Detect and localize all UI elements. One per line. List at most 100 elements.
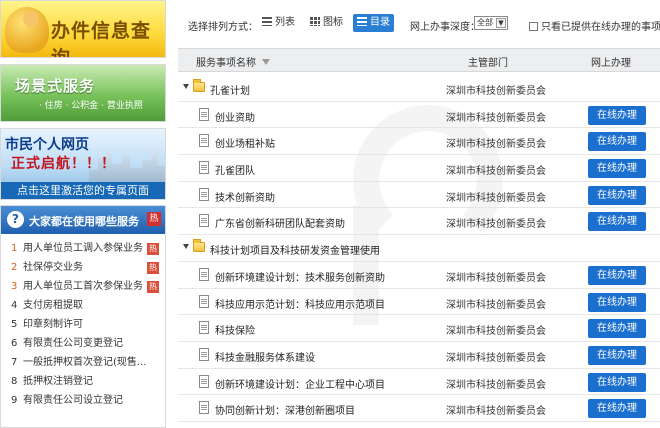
online-apply-button[interactable]: 在线办理: [588, 372, 646, 392]
document-icon: [199, 267, 209, 281]
document-icon: [199, 107, 209, 121]
citizen-banner-line2: 正式启航！！！: [11, 156, 116, 172]
query-banner[interactable]: 办件信息查询: [0, 0, 166, 58]
only-online-checkbox[interactable]: [529, 22, 538, 31]
category-row[interactable]: 孔雀计划 深圳市科技创新委员会: [178, 75, 660, 102]
category-row[interactable]: 科技计划项目及科技研发资金管理使用: [178, 235, 660, 262]
service-name-link[interactable]: 孔雀团队: [215, 162, 255, 177]
online-apply-button[interactable]: 在线办理: [588, 265, 646, 285]
person-head-illustration: [23, 11, 39, 27]
column-header-online: 网上办理: [591, 58, 631, 69]
item-label: 印章刻制许可: [23, 319, 83, 330]
grid-icon: [310, 17, 320, 26]
service-name-link[interactable]: 创业场租补贴: [215, 135, 275, 150]
sort-mode-label: 选择排列方式：: [188, 22, 258, 33]
service-name-link[interactable]: 创新环境建设计划：企业工程中心项目: [215, 376, 385, 391]
service-name-link[interactable]: 协同创新计划：深港创新圈项目: [215, 402, 355, 417]
scene-service-banner[interactable]: 场景式服务 · 住房 · 公积金 · 营业执照: [0, 64, 166, 122]
service-name-link[interactable]: 科技金融服务体系建设: [215, 349, 315, 364]
online-apply-button[interactable]: 在线办理: [588, 105, 646, 125]
directory-view-button[interactable]: 目录: [353, 14, 394, 32]
question-icon: ?: [7, 211, 24, 228]
service-name-link[interactable]: 创新环境建设计划：技术服务创新资助: [215, 269, 385, 284]
department-cell: 深圳市科技创新委员会: [446, 139, 546, 151]
citizen-page-banner[interactable]: 市民个人网页 正式启航！！！ 点击这里激活您的专属页面: [0, 128, 166, 200]
service-name-link[interactable]: 科技应用示范计划：科技应用示范项目: [215, 296, 385, 311]
directory-icon: [357, 17, 367, 26]
online-depth-value: 全部: [477, 18, 493, 27]
department-cell: 深圳市科技创新委员会: [446, 219, 546, 231]
category-name: 孔雀计划: [210, 86, 250, 97]
item-number: 2: [11, 262, 18, 273]
column-header-service[interactable]: 服务事项名称: [196, 54, 270, 69]
service-name-link[interactable]: 创业资助: [215, 109, 255, 124]
activate-page-link[interactable]: 点击这里激活您的专属页面: [1, 182, 165, 199]
document-icon: [199, 134, 209, 148]
table-row: 广东省创新科研团队配套资助 深圳市科技创新委员会 在线办理: [178, 208, 660, 236]
table-header: 服务事项名称 主管部门 网上办理: [178, 48, 660, 72]
online-depth-label: 网上办事深度：: [410, 22, 480, 33]
online-apply-button[interactable]: 在线办理: [588, 292, 646, 312]
popular-service-item[interactable]: 7 一般抵押权首次登记(现售...: [1, 353, 165, 372]
department-cell: 深圳市科技创新委员会: [446, 272, 546, 284]
item-label: 抵押权注销登记: [23, 376, 93, 387]
list-view-button[interactable]: 列表: [258, 14, 299, 32]
service-name-link[interactable]: 技术创新资助: [215, 189, 275, 204]
table-row: 协同创新计划：深港创新圈项目 深圳市科技创新委员会 在线办理: [178, 395, 660, 422]
department-cell: 深圳市科技创新委员会: [446, 86, 546, 97]
popular-services-list: 1 用人单位员工调入参保业务热 2 社保停交业务热 3 用人单位员工首次参保业务热 4…: [1, 234, 165, 410]
chevron-down-icon: ▼: [496, 18, 506, 28]
popular-service-item[interactable]: 4 支付房租提取: [1, 296, 165, 315]
folder-icon: [193, 239, 205, 253]
column-header-service-label: 服务事项名称: [196, 58, 256, 69]
online-apply-button[interactable]: 在线办理: [588, 185, 646, 205]
popular-service-item[interactable]: 9 有限责任公司设立登记: [1, 391, 165, 410]
list-view-label: 列表: [275, 17, 295, 28]
query-banner-title: 办件信息查询: [51, 20, 152, 58]
popular-service-item[interactable]: 6 有限责任公司变更登记: [1, 334, 165, 353]
online-depth-select[interactable]: 全部 ▼: [474, 16, 508, 30]
online-apply-button[interactable]: 在线办理: [588, 159, 646, 179]
hot-badge: 热: [147, 262, 159, 274]
department-cell: 深圳市科技创新委员会: [446, 326, 546, 338]
scene-banner-subtitle: · 住房 · 公积金 · 营业执照: [39, 101, 143, 111]
directory-view-label: 目录: [370, 17, 390, 28]
online-apply-button[interactable]: 在线办理: [588, 319, 646, 339]
popular-services-panel: ? 大家都在使用哪些服务 热 1 用人单位员工调入参保业务热 2 社保停交业务热 3…: [0, 205, 166, 428]
online-apply-button[interactable]: 在线办理: [588, 132, 646, 152]
collapse-arrow-icon[interactable]: [183, 84, 189, 89]
left-sidebar: 办件信息查询 场景式服务 · 住房 · 公积金 · 营业执照 市民个人网页 正式…: [0, 0, 168, 428]
department-cell: 深圳市科技创新委员会: [446, 192, 546, 204]
department-cell: 深圳市科技创新委员会: [446, 379, 546, 391]
item-number: 3: [11, 281, 18, 292]
service-catalog-panel: 选择排列方式： 列表 图标 目录 网上办事深度： 全部 ▼ 只看已提供在线办理的事…: [178, 0, 660, 428]
table-row: 创业场租补贴 深圳市科技创新委员会 在线办理: [178, 128, 660, 156]
popular-service-item[interactable]: 8 抵押权注销登记: [1, 372, 165, 391]
service-name-link[interactable]: 科技保险: [215, 322, 255, 337]
popular-service-item[interactable]: 3 用人单位员工首次参保业务热: [1, 277, 165, 296]
document-icon: [199, 161, 209, 175]
only-online-label: 只看已提供在线办理的事项: [541, 22, 660, 33]
only-online-filter[interactable]: 只看已提供在线办理的事项: [529, 18, 660, 33]
filter-icon[interactable]: [262, 59, 270, 65]
department-cell: 深圳市科技创新委员会: [446, 352, 546, 364]
table-row: 科技金融服务体系建设 深圳市科技创新委员会 在线办理: [178, 342, 660, 369]
online-apply-button[interactable]: 在线办理: [588, 399, 646, 419]
table-row: 创新环境建设计划：技术服务创新资助 深圳市科技创新委员会 在线办理: [178, 262, 660, 289]
item-label: 用人单位员工首次参保业务: [23, 281, 143, 292]
hot-badge: 热: [147, 243, 159, 255]
service-name-link[interactable]: 广东省创新科研团队配套资助: [215, 215, 345, 230]
department-cell: 深圳市科技创新委员会: [446, 112, 546, 124]
icon-view-button[interactable]: 图标: [306, 14, 347, 32]
hot-badge: 热: [147, 281, 159, 293]
online-apply-button[interactable]: 在线办理: [588, 212, 646, 232]
online-apply-button[interactable]: 在线办理: [588, 345, 646, 365]
scene-banner-title: 场景式服务: [15, 77, 96, 95]
category-name: 科技计划项目及科技研发资金管理使用: [210, 246, 380, 258]
popular-service-item[interactable]: 1 用人单位员工调入参保业务热: [1, 239, 165, 258]
item-label: 支付房租提取: [23, 300, 83, 311]
popular-service-item[interactable]: 5 印章刻制许可: [1, 315, 165, 334]
item-number: 8: [11, 376, 18, 387]
popular-service-item[interactable]: 2 社保停交业务 热: [1, 258, 165, 277]
collapse-arrow-icon[interactable]: [183, 244, 189, 250]
